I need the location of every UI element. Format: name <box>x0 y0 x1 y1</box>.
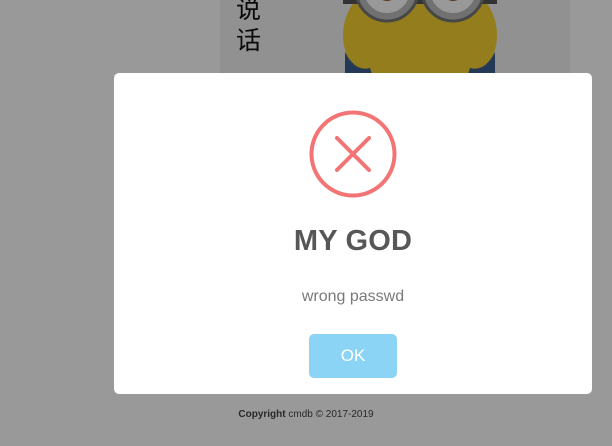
alert-dialog: MY GOD wrong passwd OK <box>114 73 592 394</box>
dialog-message: wrong passwd <box>301 288 405 305</box>
ok-button[interactable]: OK <box>309 334 397 378</box>
dialog-title: MY GOD <box>293 225 413 257</box>
error-x-icon <box>309 110 397 198</box>
